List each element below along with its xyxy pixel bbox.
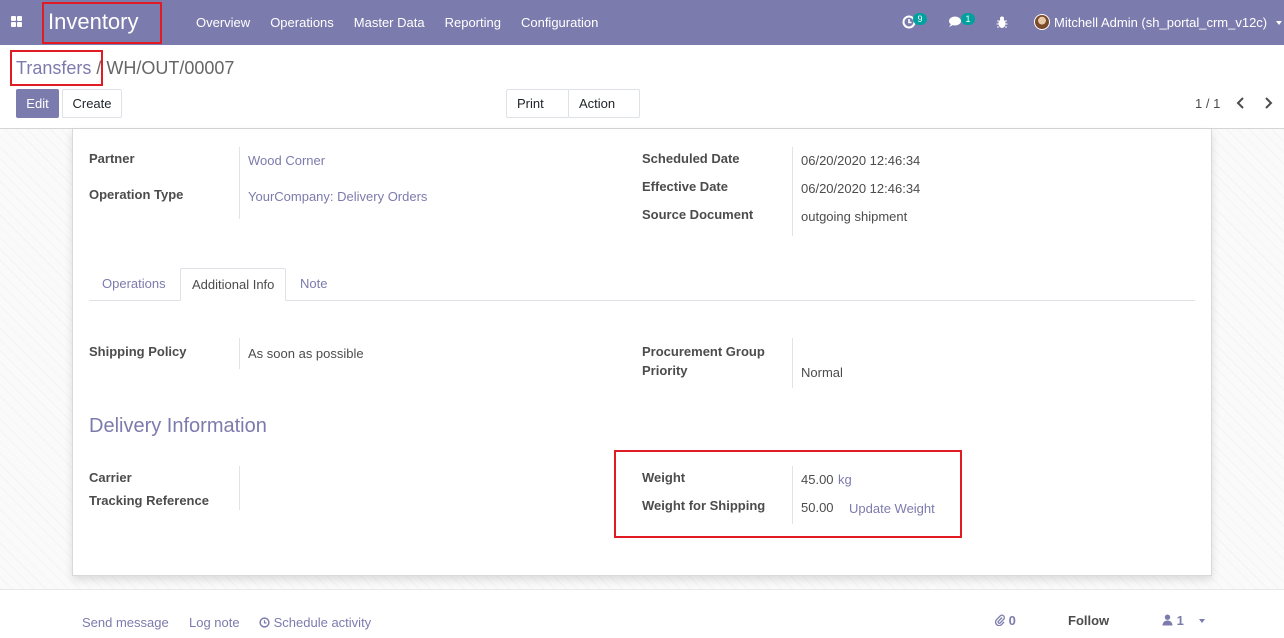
main-menu: Overview Operations Master Data Reportin… xyxy=(186,0,608,45)
partner-label: Partner xyxy=(89,151,135,166)
operation-type-label: Operation Type xyxy=(89,187,184,202)
activity-menu[interactable]: 9 xyxy=(900,0,930,45)
source-document-value: outgoing shipment xyxy=(801,209,908,224)
paperclip-icon xyxy=(994,614,1005,627)
separator xyxy=(792,147,793,236)
messaging-menu[interactable]: 1 xyxy=(946,0,976,45)
action-button[interactable]: Action xyxy=(568,89,640,133)
effective-date-value: 06/20/2020 12:46:34 xyxy=(801,181,921,196)
caret-down-icon xyxy=(1199,619,1206,623)
scheduled-date-value: 06/20/2020 12:46:34 xyxy=(801,153,921,168)
followers-count: 1 xyxy=(1176,613,1184,628)
chatter-divider xyxy=(0,589,1284,590)
apps-menu-icon[interactable] xyxy=(6,12,28,32)
carrier-label: Carrier xyxy=(89,470,132,485)
partner-link[interactable]: Wood Corner xyxy=(248,153,325,168)
effective-date-label: Effective Date xyxy=(642,179,728,194)
avatar xyxy=(1034,14,1050,30)
chevron-left-icon[interactable] xyxy=(1235,96,1247,110)
edit-button[interactable]: Edit xyxy=(16,89,59,118)
tracking-reference-label: Tracking Reference xyxy=(89,493,209,508)
tab-additional-info[interactable]: Additional Info xyxy=(180,268,287,301)
shipping-policy-value[interactable]: As soon as possible xyxy=(248,346,364,361)
follow-button[interactable]: Follow xyxy=(1068,613,1109,628)
priority-label: Priority xyxy=(642,363,688,378)
clock-icon xyxy=(259,617,270,628)
debug-menu[interactable] xyxy=(994,0,1012,45)
breadcrumb-current: WH/OUT/00007 xyxy=(106,58,235,78)
source-document-label: Source Document xyxy=(642,207,754,222)
user-name: Mitchell Admin (sh_portal_crm_v12c) xyxy=(1054,15,1268,30)
top-navbar: Inventory Overview Operations Master Dat… xyxy=(0,0,1284,45)
separator xyxy=(239,466,240,510)
print-button[interactable]: Print xyxy=(506,89,569,133)
schedule-activity-label: Schedule activity xyxy=(273,615,372,630)
highlight-breadcrumb xyxy=(10,50,103,86)
attachments-button[interactable]: 0 xyxy=(994,613,1016,628)
notebook-tabs: Operations Additional Info Note xyxy=(89,268,1195,301)
procurement-group-label: Procurement Group xyxy=(642,344,765,359)
action-label: Action xyxy=(579,96,616,111)
print-label: Print xyxy=(517,96,544,111)
tab-operations[interactable]: Operations xyxy=(91,268,177,301)
menu-operations[interactable]: Operations xyxy=(260,0,344,45)
send-message-button[interactable]: Send message xyxy=(82,615,169,630)
separator xyxy=(239,147,240,219)
pager-value[interactable]: 1 / 1 xyxy=(1195,96,1220,111)
shipping-policy-label: Shipping Policy xyxy=(89,344,187,359)
followers-button[interactable]: 1 xyxy=(1162,613,1206,628)
tab-note[interactable]: Note xyxy=(289,268,338,301)
activity-badge: 9 xyxy=(913,13,927,25)
user-menu[interactable]: Mitchell Admin (sh_portal_crm_v12c) xyxy=(1032,0,1284,45)
menu-reporting[interactable]: Reporting xyxy=(435,0,511,45)
menu-configuration[interactable]: Configuration xyxy=(511,0,608,45)
separator xyxy=(792,338,793,388)
chevron-right-icon[interactable] xyxy=(1262,96,1274,110)
scheduled-date-label: Scheduled Date xyxy=(642,151,740,166)
highlight-weight xyxy=(614,450,962,538)
chevron-down-icon xyxy=(1276,21,1282,25)
priority-value[interactable]: Normal xyxy=(801,365,843,380)
user-icon xyxy=(1162,614,1173,626)
attachments-count: 0 xyxy=(1008,613,1016,628)
message-badge: 1 xyxy=(961,13,975,25)
menu-master-data[interactable]: Master Data xyxy=(344,0,435,45)
create-button[interactable]: Create xyxy=(62,89,122,118)
delivery-information-title: Delivery Information xyxy=(89,415,267,437)
menu-overview[interactable]: Overview xyxy=(186,0,260,45)
operation-type-link[interactable]: YourCompany: Delivery Orders xyxy=(248,189,427,204)
log-note-button[interactable]: Log note xyxy=(189,615,240,630)
schedule-activity-button[interactable]: Schedule activity xyxy=(259,615,371,630)
highlight-app-name xyxy=(42,2,162,44)
bug-icon xyxy=(996,16,1008,28)
separator xyxy=(239,338,240,369)
